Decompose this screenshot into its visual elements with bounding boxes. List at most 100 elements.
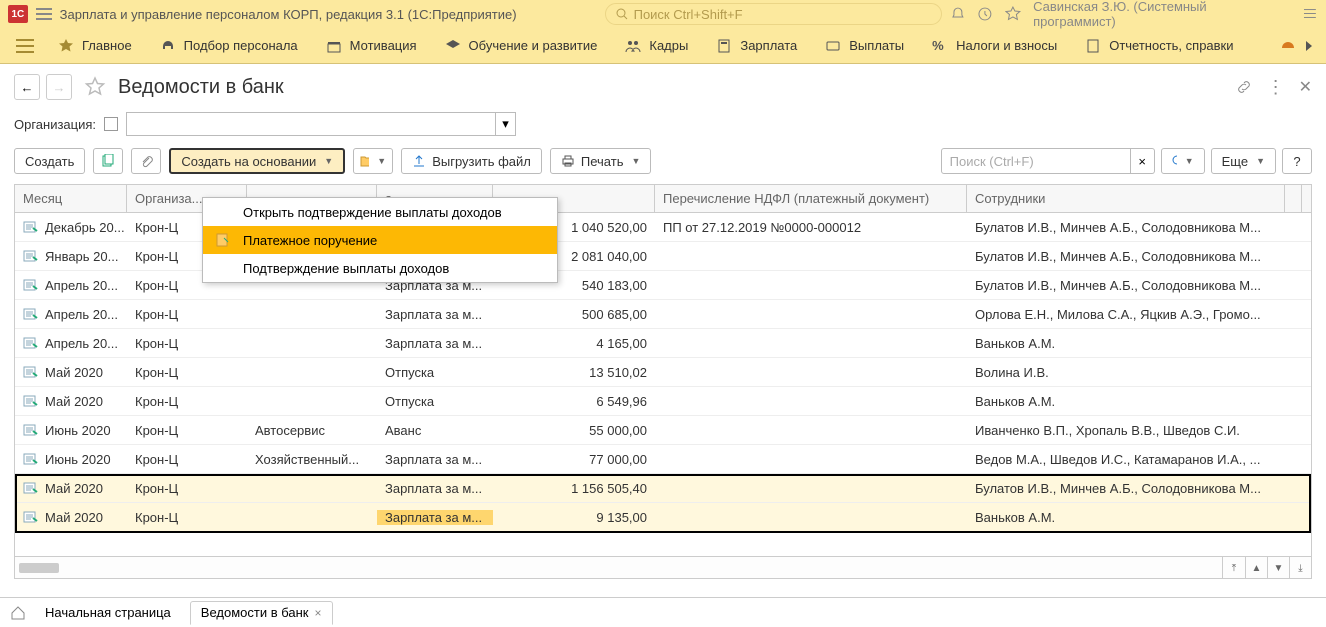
- history-icon[interactable]: [977, 6, 993, 22]
- table-row[interactable]: Май 2020Крон-ЦЗарплата за м...9 135,00Ва…: [15, 503, 1311, 532]
- print-icon: [561, 154, 575, 168]
- labor-protection-icon[interactable]: [1280, 38, 1296, 54]
- sections-menu-icon[interactable]: [16, 39, 34, 53]
- page-title: Ведомости в банк: [118, 76, 284, 99]
- print-button[interactable]: Печать▼: [550, 148, 652, 174]
- col-month[interactable]: Месяц: [15, 185, 127, 212]
- menu-main[interactable]: Главное: [44, 28, 146, 63]
- cell-emp: Иванченко В.П., Хропаль В.В., Шведов С.И…: [967, 423, 1285, 438]
- cell-emp: Булатов И.В., Минчев А.Б., Солодовникова…: [967, 481, 1285, 496]
- cell-sum: 500 685,00: [493, 307, 655, 322]
- cell-month: Май 2020: [15, 365, 127, 380]
- menu-salary[interactable]: Зарплата: [702, 28, 811, 63]
- tab-home[interactable]: Начальная страница: [34, 601, 182, 625]
- report-icon: [1085, 38, 1101, 54]
- cell-org: Крон-Ц: [127, 481, 247, 496]
- attach-button[interactable]: [131, 148, 161, 174]
- org-filter-label: Организация:: [14, 117, 96, 132]
- col-last[interactable]: [1285, 185, 1302, 212]
- nav-forward-button[interactable]: →: [46, 74, 72, 100]
- cell-type: Зарплата за м...: [377, 307, 493, 322]
- close-tab-icon[interactable]: ×: [315, 606, 322, 620]
- scroll-right-icon[interactable]: [1304, 39, 1314, 53]
- org-filter-checkbox[interactable]: [104, 117, 118, 131]
- cell-emp: Ваньков А.М.: [967, 394, 1285, 409]
- cell-org: Крон-Ц: [127, 423, 247, 438]
- cell-type: Зарплата за м...: [377, 481, 493, 496]
- chevron-down-icon[interactable]: ▾: [495, 113, 515, 135]
- more-icon[interactable]: ⋮: [1267, 77, 1285, 98]
- document-icon: [23, 482, 39, 494]
- cell-sum: 6 549,96: [493, 394, 655, 409]
- nav-first-icon[interactable]: ⤒: [1223, 557, 1245, 579]
- menu-taxes[interactable]: %Налоги и взносы: [918, 28, 1071, 63]
- favorite-star-icon[interactable]: [84, 76, 106, 98]
- org-filter-select[interactable]: ▾: [126, 112, 516, 136]
- table-row[interactable]: Май 2020Крон-ЦОтпуска6 549,96Ваньков А.М…: [15, 387, 1311, 416]
- cell-type: Зарплата за м...: [377, 452, 493, 467]
- create-button[interactable]: Создать: [14, 148, 85, 174]
- cell-month: Январь 20...: [15, 249, 127, 264]
- tab-vedomosti[interactable]: Ведомости в банк×: [190, 601, 333, 625]
- global-search-input[interactable]: Поиск Ctrl+Shift+F: [605, 3, 942, 25]
- more-button[interactable]: Еще▼: [1211, 148, 1276, 174]
- menu-item-open-confirmation[interactable]: Открыть подтверждение выплаты доходов: [203, 198, 557, 226]
- menu-education[interactable]: Обучение и развитие: [431, 28, 612, 63]
- star-icon[interactable]: [1005, 6, 1021, 22]
- bell-icon[interactable]: [950, 6, 966, 22]
- document-icon: [23, 395, 39, 407]
- table-row[interactable]: Июнь 2020Крон-ЦХозяйственный...Зарплата …: [15, 445, 1311, 474]
- cell-emp: Ваньков А.М.: [967, 336, 1285, 351]
- table-row[interactable]: Июнь 2020Крон-ЦАвтосервисАванс55 000,00И…: [15, 416, 1311, 445]
- menu-recruitment[interactable]: Подбор персонала: [146, 28, 312, 63]
- close-icon[interactable]: ✕: [1299, 77, 1312, 97]
- menu-hr[interactable]: Кадры: [611, 28, 702, 63]
- nav-back-button[interactable]: ←: [14, 74, 40, 100]
- document-icon: [23, 511, 39, 523]
- menu-reports[interactable]: Отчетность, справки: [1071, 28, 1247, 63]
- cell-emp: Орлова Е.Н., Милова С.А., Яцкив А.Э., Гр…: [967, 307, 1285, 322]
- help-button[interactable]: ?: [1282, 148, 1312, 174]
- create-based-on-button[interactable]: Создать на основании▼: [169, 148, 345, 174]
- logo-1c-icon: 1C: [8, 5, 28, 23]
- gift-icon: [326, 38, 342, 54]
- settings-icon[interactable]: [1302, 6, 1318, 22]
- document-icon: [23, 337, 39, 349]
- cell-emp: Булатов И.В., Минчев А.Б., Солодовникова…: [967, 278, 1285, 293]
- col-emp[interactable]: Сотрудники: [967, 185, 1285, 212]
- col-ndfl[interactable]: Перечисление НДФЛ (платежный документ): [655, 185, 967, 212]
- copy-button[interactable]: [93, 148, 123, 174]
- upload-icon: [412, 154, 426, 168]
- cell-type: Зарплата за м...: [377, 336, 493, 351]
- headset-icon: [160, 38, 176, 54]
- upload-file-button[interactable]: Выгрузить файл: [401, 148, 542, 174]
- document-icon: [23, 279, 39, 291]
- cell-sum: 77 000,00: [493, 452, 655, 467]
- find-button[interactable]: ▼: [1161, 148, 1205, 174]
- link-icon[interactable]: [1235, 78, 1253, 96]
- table-row[interactable]: Апрель 20...Крон-ЦЗарплата за м...4 165,…: [15, 329, 1311, 358]
- menu-icon[interactable]: [36, 8, 52, 20]
- home-icon[interactable]: [10, 605, 26, 621]
- table-row[interactable]: Май 2020Крон-ЦЗарплата за м...1 156 505,…: [15, 474, 1311, 503]
- user-name[interactable]: Савинская З.Ю. (Системный программист): [1033, 0, 1290, 29]
- nav-last-icon[interactable]: ⤓: [1289, 557, 1311, 579]
- menu-motivation[interactable]: Мотивация: [312, 28, 431, 63]
- table-row[interactable]: Апрель 20...Крон-ЦЗарплата за м...500 68…: [15, 300, 1311, 329]
- menu-item-payment-order[interactable]: Платежное поручение: [203, 226, 557, 254]
- cell-org: Крон-Ц: [127, 307, 247, 322]
- calc-icon: [716, 38, 732, 54]
- folder-button[interactable]: ▼: [353, 148, 393, 174]
- menu-payments[interactable]: Выплаты: [811, 28, 918, 63]
- cell-type: Отпуска: [377, 365, 493, 380]
- menu-item-payment-confirmation[interactable]: Подтверждение выплаты доходов: [203, 254, 557, 282]
- chevron-down-icon: ▼: [377, 156, 386, 166]
- nav-up-icon[interactable]: ▲: [1245, 557, 1267, 579]
- clear-search-button[interactable]: ×: [1131, 148, 1155, 174]
- table-search-input[interactable]: Поиск (Ctrl+F): [941, 148, 1131, 174]
- cell-month: Апрель 20...: [15, 336, 127, 351]
- cell-month: Май 2020: [15, 481, 127, 496]
- horizontal-scrollbar[interactable]: [15, 557, 1222, 578]
- table-row[interactable]: Май 2020Крон-ЦОтпуска13 510,02Волина И.В…: [15, 358, 1311, 387]
- nav-down-icon[interactable]: ▼: [1267, 557, 1289, 579]
